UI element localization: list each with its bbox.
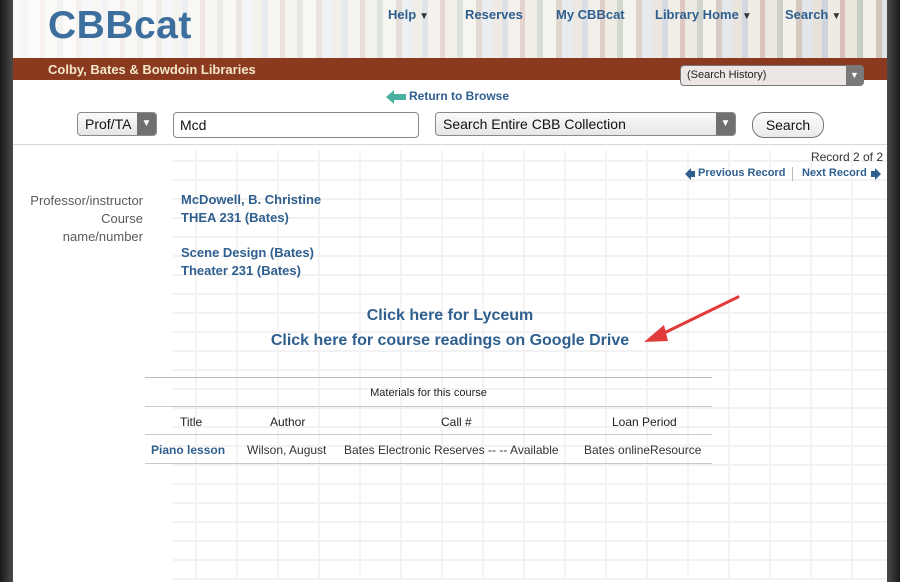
caret-down-icon: ▼ bbox=[831, 11, 842, 22]
chevron-down-icon: ▼ bbox=[716, 113, 735, 135]
caret-down-icon: ▼ bbox=[419, 11, 430, 22]
column-header-call: Call # bbox=[441, 415, 472, 429]
next-arrow-icon bbox=[871, 168, 881, 180]
course-label-cont: name/number bbox=[62, 229, 143, 244]
table-border bbox=[145, 406, 712, 407]
previous-arrow-icon bbox=[685, 168, 695, 180]
caret-down-icon: ▼ bbox=[741, 11, 752, 22]
course-name: Theater 231 (Bates) bbox=[181, 263, 301, 278]
nav-library-home[interactable]: Library Home ▼ bbox=[655, 7, 752, 22]
professor-label: Professor/instructor bbox=[30, 193, 143, 208]
library-name: Colby, Bates & Bowdoin Libraries bbox=[48, 62, 256, 77]
material-loan-period: Bates onlineResource bbox=[584, 443, 702, 457]
column-header-author: Author bbox=[270, 415, 306, 429]
next-record-link[interactable]: Next Record bbox=[802, 167, 867, 179]
course-label: Course bbox=[101, 211, 143, 226]
cbbcat-logo[interactable]: CBBcat bbox=[48, 4, 192, 48]
material-author: Wilson, August bbox=[247, 443, 327, 457]
materials-caption: Materials for this course bbox=[370, 387, 487, 399]
search-type-select[interactable]: Prof/TA ▼ bbox=[77, 112, 157, 136]
annotation-arrow-icon bbox=[644, 295, 740, 342]
chevron-down-icon: ▼ bbox=[137, 113, 156, 135]
window-edge-left bbox=[0, 0, 13, 582]
material-call-number: Bates Electronic Reserves -- -- Availabl… bbox=[344, 443, 559, 457]
table-border bbox=[145, 463, 712, 464]
google-drive-link[interactable]: Click here for course readings on Google… bbox=[13, 332, 887, 350]
table-border bbox=[145, 377, 712, 378]
window-edge-right bbox=[887, 0, 900, 582]
nav-reserves[interactable]: Reserves bbox=[465, 7, 523, 22]
return-to-browse-link[interactable]: Return to Browse bbox=[409, 89, 509, 103]
chevron-down-icon: ▼ bbox=[846, 66, 863, 85]
record-count: Record 2 of 2 bbox=[810, 150, 883, 164]
nav-help[interactable]: Help ▼ bbox=[388, 7, 429, 22]
nav-search[interactable]: Search ▼ bbox=[785, 7, 841, 22]
course-name: Scene Design (Bates) bbox=[181, 245, 314, 260]
table-border bbox=[145, 434, 712, 435]
nav-my-cbbcat[interactable]: My CBBcat bbox=[556, 7, 625, 22]
search-scope-select[interactable]: Search Entire CBB Collection ▼ bbox=[435, 112, 736, 136]
previous-record-link[interactable]: Previous Record bbox=[698, 167, 785, 179]
lyceum-link[interactable]: Click here for Lyceum bbox=[13, 307, 887, 325]
return-arrow-icon bbox=[386, 90, 406, 104]
material-title-link[interactable]: Piano lesson bbox=[151, 443, 225, 457]
search-history-select[interactable]: (Search History) ▼ bbox=[680, 65, 864, 86]
catalog-page: CBBcat Help ▼ Reserves My CBBcat Library … bbox=[13, 0, 887, 582]
column-header-title: Title bbox=[180, 415, 203, 429]
divider bbox=[13, 144, 887, 145]
search-button[interactable]: Search bbox=[752, 112, 824, 138]
professor-name[interactable]: McDowell, B. Christine bbox=[181, 192, 321, 207]
column-header-loan: Loan Period bbox=[612, 415, 677, 429]
search-input[interactable]: Mcd bbox=[173, 112, 419, 138]
course-number: THEA 231 (Bates) bbox=[181, 210, 289, 225]
divider bbox=[792, 167, 793, 181]
